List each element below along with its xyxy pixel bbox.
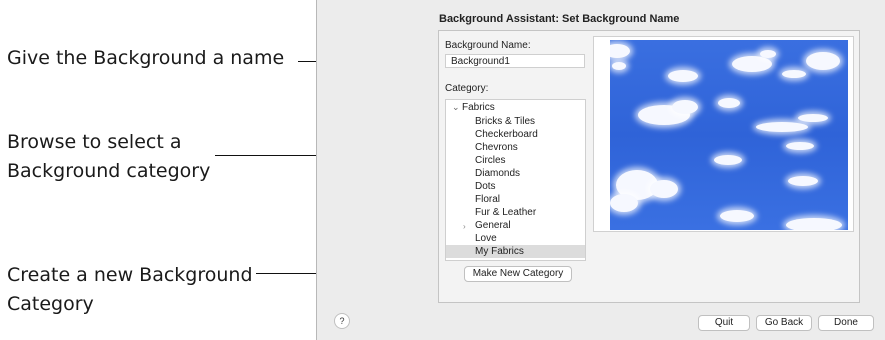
- annotation-name: Give the Background a name: [7, 47, 285, 69]
- cloud-shape: [786, 142, 814, 150]
- category-item-selected[interactable]: My Fabrics: [446, 245, 585, 258]
- annotation-browse-2: Background category: [7, 160, 211, 182]
- cloud-shape: [756, 122, 808, 132]
- category-item[interactable]: Circles: [475, 154, 506, 167]
- cloud-shape: [732, 56, 772, 72]
- category-root-label: Fabrics: [462, 102, 495, 113]
- annotation-create-1: Create a new Background: [7, 264, 253, 286]
- annotation-browse-1: Browse to select a: [7, 131, 182, 153]
- cloud-shape: [760, 50, 776, 58]
- chevron-down-icon[interactable]: ⌄: [452, 102, 462, 113]
- cloud-shape: [806, 52, 840, 70]
- cloud-shape: [650, 180, 678, 198]
- name-label: Background Name:: [445, 40, 531, 51]
- cloud-shape: [610, 194, 638, 212]
- background-name-input[interactable]: Background1: [445, 54, 585, 68]
- cloud-shape: [672, 100, 698, 114]
- category-item[interactable]: Fur & Leather: [475, 206, 536, 219]
- cloud-shape: [788, 176, 818, 186]
- category-item[interactable]: Dots: [475, 180, 496, 193]
- cloud-shape: [798, 114, 828, 122]
- category-item[interactable]: Diamonds: [475, 167, 520, 180]
- category-item[interactable]: Chevrons: [475, 141, 518, 154]
- quit-button[interactable]: Quit: [698, 315, 750, 331]
- done-button[interactable]: Done: [818, 315, 874, 331]
- cloud-shape: [782, 70, 806, 78]
- cloud-shape: [718, 98, 740, 108]
- category-item[interactable]: General: [475, 219, 511, 232]
- cloud-shape: [668, 70, 698, 82]
- chevron-right-icon[interactable]: ›: [463, 222, 466, 231]
- dialog-title: Background Assistant: Set Background Nam…: [439, 13, 680, 25]
- make-new-category-button[interactable]: Make New Category: [464, 266, 572, 282]
- background-preview-image: [610, 40, 848, 230]
- category-item[interactable]: Checkerboard: [475, 128, 538, 141]
- cloud-shape: [610, 44, 630, 58]
- cloud-shape: [714, 155, 742, 165]
- category-label: Category:: [445, 83, 489, 94]
- go-back-button[interactable]: Go Back: [756, 315, 812, 331]
- category-root[interactable]: ⌄ Fabrics: [452, 102, 495, 113]
- category-item[interactable]: Bricks & Tiles: [475, 115, 535, 128]
- category-list[interactable]: ⌄ Fabrics › Bricks & Tiles Checkerboard C…: [445, 99, 586, 261]
- category-item[interactable]: Floral: [475, 193, 500, 206]
- cloud-shape: [786, 218, 842, 230]
- annotation-create-2: Category: [7, 293, 94, 315]
- cloud-shape: [612, 62, 626, 70]
- category-item[interactable]: Love: [475, 232, 497, 245]
- help-button[interactable]: ?: [334, 313, 350, 329]
- cloud-shape: [720, 210, 754, 222]
